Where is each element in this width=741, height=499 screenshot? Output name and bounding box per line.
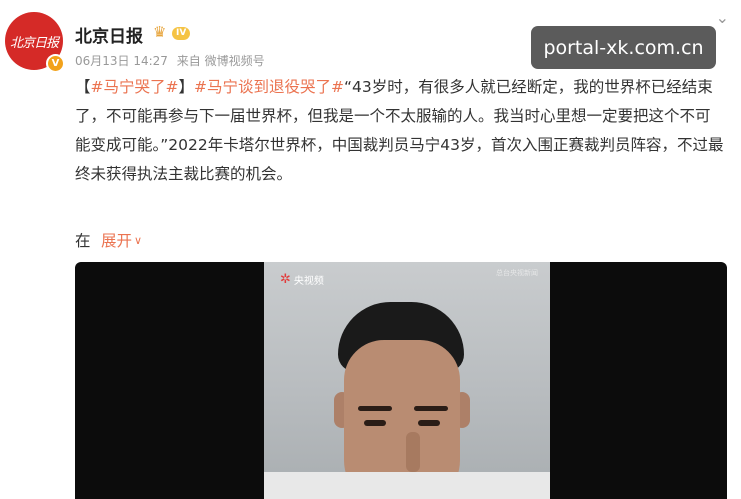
post-meta: 06月13日 14:27 来自 微博视频号 [75, 52, 270, 69]
verified-badge-icon: V [46, 54, 65, 73]
crown-icon[interactable]: ♛ [153, 24, 173, 40]
channel-logo: ✲ 央视频 [280, 272, 324, 287]
channel-logo-text: 央视频 [293, 276, 324, 287]
post-source[interactable]: 来自 微博视频号 [177, 54, 265, 68]
person-image [328, 302, 470, 499]
avatar-text: 北京日报 [9, 35, 59, 51]
post-date: 06月13日 14:27 [75, 54, 168, 68]
author-name[interactable]: 北京日报 [75, 22, 143, 47]
video-player[interactable]: ✲ 央视频 总台央视新闻 [75, 262, 727, 499]
chevron-down-icon: ∨ [134, 234, 143, 247]
topic-link-1[interactable]: #马宁哭了# [91, 78, 179, 96]
topic-link-2[interactable]: #马宁谈到退役哭了# [194, 78, 344, 96]
watermark: portal-xk.com.cn [531, 26, 716, 69]
post-body: 【#马宁哭了#】#马宁谈到退役哭了#“43岁时，有很多人就已经断定，我的世界杯已… [75, 73, 725, 189]
bracket-close: 】 [178, 78, 195, 96]
video-frame: ✲ 央视频 总台央视新闻 [264, 262, 550, 499]
level-badge[interactable]: IV [172, 27, 191, 40]
bracket-open: 【 [75, 78, 91, 96]
expand-button[interactable]: 展开 ∨ [101, 229, 142, 251]
corner-mark: 总台央视新闻 [496, 269, 538, 277]
cctv-logo-icon: ✲ [280, 272, 291, 287]
location-prefix: 在 [75, 232, 91, 250]
chevron-down-icon[interactable]: ⌄ [716, 8, 729, 27]
expand-label: 展开 [101, 232, 133, 250]
